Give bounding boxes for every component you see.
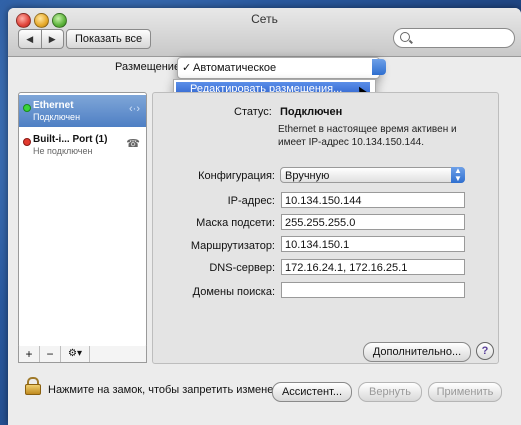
advanced-button[interactable]: Дополнительно... xyxy=(363,342,471,362)
status-value: Подключен xyxy=(280,106,343,118)
location-popup[interactable]: ✓ Автоматическое xyxy=(177,57,380,79)
status-description: Ethernet в настоящее время активен и име… xyxy=(278,124,457,148)
gear-menu-button[interactable]: ⚙▾ xyxy=(61,346,90,362)
status-label: Статус: xyxy=(234,106,272,118)
title-bar: Сеть ◀ ▶ Показать все xyxy=(8,8,521,57)
add-service-button[interactable]: + xyxy=(19,346,40,362)
status-indicator-green-icon xyxy=(23,104,31,112)
status-indicator-red-icon xyxy=(23,138,31,146)
checkmark-icon: ✓ xyxy=(182,62,192,74)
service-status: Подключен xyxy=(33,112,81,122)
location-popup-arrow-icon[interactable] xyxy=(372,59,386,75)
config-label: Конфигурация: xyxy=(198,170,275,182)
lock-body xyxy=(25,384,41,395)
lock-instruction-text: Нажмите на замок, чтобы запретить измене… xyxy=(48,384,295,396)
search-icon xyxy=(400,32,410,42)
search-domains-field[interactable] xyxy=(281,282,465,298)
sidebar-item-ethernet[interactable]: Ethernet Подключен ‹·› xyxy=(19,95,146,127)
back-forward-buttons: ◀ ▶ xyxy=(18,29,64,49)
location-selected-value: Автоматическое xyxy=(193,62,277,74)
dns-server-field[interactable]: 172.16.24.1, 172.16.25.1 xyxy=(281,259,465,275)
service-name: Built-i... Port (1) xyxy=(33,134,108,145)
lock-icon[interactable] xyxy=(25,377,41,395)
remove-service-button[interactable]: − xyxy=(40,346,61,362)
subnet-mask-label: Маска подсети: xyxy=(196,217,275,229)
dns-server-label: DNS-сервер: xyxy=(209,262,275,274)
apply-button[interactable]: Применить xyxy=(428,382,502,402)
configuration-value: Вручную xyxy=(285,170,330,182)
router-field[interactable]: 10.134.150.1 xyxy=(281,236,465,252)
ethernet-arrows-icon: ‹·› xyxy=(129,103,140,115)
forward-button[interactable]: ▶ xyxy=(40,30,64,48)
location-label: Размещение: xyxy=(115,61,184,73)
ip-label: IP-адрес: xyxy=(227,195,275,207)
ip-address-field[interactable]: 10.134.150.144 xyxy=(281,192,465,208)
window-title: Сеть xyxy=(251,12,278,26)
sidebar-item-built-in-port[interactable]: Built-i... Port (1) Не подключен ☎ xyxy=(19,129,146,161)
help-button[interactable]: ? xyxy=(476,342,494,360)
assistant-button[interactable]: Ассистент... xyxy=(272,382,352,402)
phone-modem-icon: ☎ xyxy=(126,138,140,150)
revert-button[interactable]: Вернуть xyxy=(358,382,422,402)
search-field[interactable] xyxy=(393,28,515,48)
service-status: Не подключен xyxy=(33,146,93,156)
service-name: Ethernet xyxy=(33,100,74,111)
show-all-button[interactable]: Показать все xyxy=(66,29,152,49)
back-button[interactable]: ◀ xyxy=(19,30,41,48)
search-domains-label: Домены поиска: xyxy=(192,286,275,298)
select-arrows-icon: ▲ ▼ xyxy=(451,167,465,183)
router-label: Маршрутизатор: xyxy=(190,240,275,252)
network-services-list: Ethernet Подключен ‹·› Built-i... Port (… xyxy=(18,92,147,348)
subnet-mask-field[interactable]: 255.255.255.0 xyxy=(281,214,465,230)
sidebar-toolbar: + − ⚙▾ xyxy=(18,346,147,363)
configuration-select[interactable]: Вручную ▲ ▼ xyxy=(280,167,465,183)
